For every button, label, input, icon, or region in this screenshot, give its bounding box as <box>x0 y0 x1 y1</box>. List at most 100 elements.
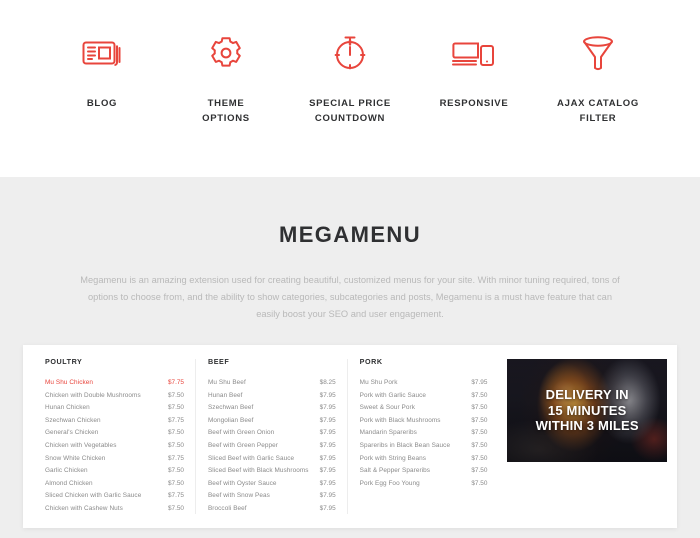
menu-item[interactable]: Almond Chicken $7.50 <box>45 478 184 491</box>
item-name: Almond Chicken <box>45 479 93 487</box>
item-name: Sliced Beef with Black Mushrooms <box>207 467 309 475</box>
item-name: Salt & Pepper Spareribs <box>359 467 431 475</box>
item-price: $7.75 <box>167 492 184 500</box>
item-price: $7.50 <box>471 441 488 449</box>
item-price: $7.50 <box>471 479 488 487</box>
item-name: Mu Shu Chicken <box>45 379 94 386</box>
menu-item[interactable]: Mongolian Beef $7.95 <box>208 415 336 428</box>
item-price: $7.95 <box>319 479 336 487</box>
item-name: Chicken with Double Mushrooms <box>45 391 141 399</box>
menu-item[interactable]: Mu Shu Pork $7.95 <box>360 377 488 390</box>
item-name: Snow White Chicken <box>45 454 106 462</box>
item-name: Mandarin Spareribs <box>359 429 417 437</box>
item-price: $7.50 <box>167 467 184 475</box>
page-title: MEGAMENU <box>279 222 421 247</box>
item-name: Broccoli Beef <box>207 504 247 512</box>
item-name: Beef with Green Pepper <box>207 441 278 449</box>
item-price: $7.95 <box>319 404 336 412</box>
item-name: Pork with Garlic Sauce <box>359 391 427 399</box>
menu-item[interactable]: Sliced Beef with Black Mushrooms $7.95 <box>208 465 336 478</box>
megamenu-section: MEGAMENU Megamenu is an amazing extensio… <box>0 177 700 538</box>
menu-item[interactable]: Broccoli Beef $7.95 <box>208 503 336 516</box>
menu-item[interactable]: Hunan Chicken $7.50 <box>45 402 184 415</box>
feature-theme-options[interactable]: THEME OPTIONS <box>164 28 288 126</box>
menu-item[interactable]: Mandarin Spareribs $7.50 <box>360 427 488 440</box>
item-price: $7.50 <box>471 416 488 424</box>
item-name: General's Chicken <box>45 429 99 437</box>
item-price: $7.50 <box>471 467 488 475</box>
menu-item[interactable]: Beef with Oyster Sauce $7.95 <box>208 478 336 491</box>
feature-label: AJAX CATALOG FILTER <box>557 98 639 124</box>
menu-item[interactable]: Beef with Green Onion $7.95 <box>208 427 336 440</box>
promo-line-1: DELIVERY IN <box>545 387 629 403</box>
item-name: Pork Egg Foo Young <box>359 479 420 487</box>
funnel-icon <box>579 28 617 78</box>
item-price: $7.50 <box>471 429 488 437</box>
menu-column-poultry: POULTRY Mu Shu Chicken $7.75 Chicken wit… <box>33 357 196 516</box>
menu-column-beef: BEEF Mu Shu Beef $8.25 Hunan Beef $7.95 … <box>196 357 348 516</box>
gear-icon <box>208 28 244 78</box>
menu-item[interactable]: Spareribs in Black Bean Sauce $7.50 <box>360 440 488 453</box>
item-name: Beef with Oyster Sauce <box>207 479 277 487</box>
item-price: $7.50 <box>471 404 488 412</box>
menu-item[interactable]: Pork Egg Foo Young $7.50 <box>360 478 488 491</box>
item-name: Mu Shu Beef <box>207 379 246 386</box>
item-name: Sweet & Sour Pork <box>359 404 416 412</box>
features-strip: BLOG THEME OPTIONS SPECIAL PRICE COUNTDO <box>0 0 700 177</box>
menu-item[interactable]: Beef with Green Pepper $7.95 <box>208 440 336 453</box>
feature-label: BLOG <box>86 98 118 109</box>
promo-line-3: WITHIN 3 MILES <box>535 418 639 434</box>
menu-item[interactable]: Pork with String Beans $7.50 <box>360 453 488 466</box>
newspaper-icon <box>81 28 123 78</box>
item-name: Sliced Chicken with Garlic Sauce <box>45 492 142 500</box>
item-name: Spareribs in Black Bean Sauce <box>359 441 451 449</box>
promo-banner[interactable]: DELIVERY IN 15 MINUTES WITHIN 3 MILES <box>507 359 667 462</box>
menu-item[interactable]: Szechwan Beef $7.95 <box>208 402 336 415</box>
menu-item[interactable]: Sweet & Sour Pork $7.50 <box>360 402 488 415</box>
menu-item[interactable]: Pork with Black Mushrooms $7.50 <box>360 415 488 428</box>
item-price: $7.50 <box>167 391 184 399</box>
menu-item[interactable]: General's Chicken $7.50 <box>45 427 184 440</box>
item-price: $7.95 <box>319 504 336 512</box>
menu-item[interactable]: Snow White Chicken $7.75 <box>45 453 184 466</box>
item-name: Garlic Chicken <box>45 467 88 475</box>
menu-item[interactable]: Beef with Snow Peas $7.95 <box>208 490 336 503</box>
item-name: Hunan Chicken <box>45 404 90 412</box>
menu-item[interactable]: Mu Shu Chicken $7.75 <box>45 377 184 390</box>
item-price: $7.95 <box>319 429 336 437</box>
menu-panel: POULTRY Mu Shu Chicken $7.75 Chicken wit… <box>23 345 677 528</box>
menu-item[interactable]: Sliced Beef with Garlic Sauce $7.95 <box>208 453 336 466</box>
item-name: Szechwan Chicken <box>45 416 101 424</box>
feature-ajax-catalog-filter[interactable]: AJAX CATALOG FILTER <box>536 28 660 126</box>
item-price: $7.95 <box>319 454 336 462</box>
item-price: $7.50 <box>167 504 184 512</box>
menu-item[interactable]: Sliced Chicken with Garlic Sauce $7.75 <box>45 490 184 503</box>
menu-item[interactable]: Chicken with Vegetables $7.50 <box>45 440 184 453</box>
menu-item[interactable]: Garlic Chicken $7.50 <box>45 465 184 478</box>
item-name: Beef with Snow Peas <box>207 492 270 500</box>
item-price: $7.95 <box>319 441 336 449</box>
feature-label: THEME OPTIONS <box>202 98 250 124</box>
item-name: Hunan Beef <box>207 391 243 399</box>
menu-item[interactable]: Salt & Pepper Spareribs $7.50 <box>360 465 488 478</box>
item-price: $7.50 <box>471 454 488 462</box>
menu-item[interactable]: Hunan Beef $7.95 <box>208 390 336 403</box>
menu-item[interactable]: Chicken with Cashew Nuts $7.50 <box>45 503 184 516</box>
item-price: $7.50 <box>167 429 184 437</box>
menu-column-pork: PORK Mu Shu Pork $7.95 Pork with Garlic … <box>348 357 500 490</box>
feature-special-price-countdown[interactable]: SPECIAL PRICE COUNTDOWN <box>288 28 412 126</box>
item-name: Chicken with Vegetables <box>45 441 117 449</box>
menu-item[interactable]: Szechwan Chicken $7.75 <box>45 415 184 428</box>
menu-item[interactable]: Mu Shu Beef $8.25 <box>208 377 336 390</box>
item-price: $7.95 <box>471 379 488 386</box>
item-price: $7.50 <box>167 479 184 487</box>
item-name: Szechwan Beef <box>207 404 254 412</box>
promo-text: DELIVERY IN 15 MINUTES WITHIN 3 MILES <box>507 359 667 462</box>
menu-item[interactable]: Chicken with Double Mushrooms $7.50 <box>45 390 184 403</box>
item-price: $7.75 <box>167 416 184 424</box>
menu-item[interactable]: Pork with Garlic Sauce $7.50 <box>360 390 488 403</box>
item-name: Beef with Green Onion <box>207 429 275 437</box>
item-price: $8.25 <box>319 379 336 386</box>
feature-responsive[interactable]: RESPONSIVE <box>412 28 536 111</box>
feature-blog[interactable]: BLOG <box>40 28 164 111</box>
